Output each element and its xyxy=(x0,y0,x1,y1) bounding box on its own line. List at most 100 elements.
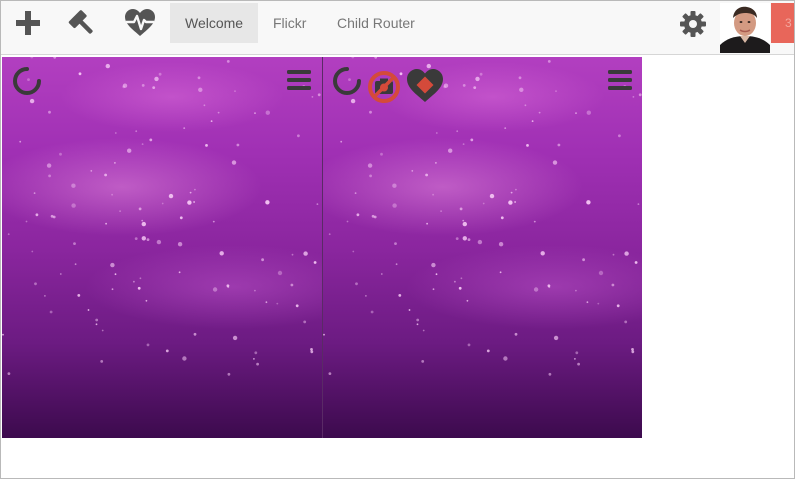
sparkle-dot xyxy=(486,349,490,353)
tab-child-router[interactable]: Child Router xyxy=(322,3,430,43)
sparkle-dot xyxy=(435,273,438,276)
sparkle-dot xyxy=(514,201,516,203)
sparkle-dot xyxy=(158,72,162,76)
sparkle-dot xyxy=(575,351,579,355)
sparkle-dot xyxy=(631,348,634,351)
sparkle-dot xyxy=(256,362,259,366)
sparkle-dot xyxy=(59,152,62,156)
sparkle-dot xyxy=(498,242,504,247)
no-camera-icon[interactable] xyxy=(367,70,401,104)
menu-icon[interactable] xyxy=(607,68,633,92)
sparkle-dot xyxy=(78,72,82,76)
sparkle-dot xyxy=(182,356,187,361)
sparkle-dot xyxy=(77,294,81,297)
sparkle-dot xyxy=(95,323,98,326)
sparkle-dot xyxy=(479,72,483,76)
sparkle-dot xyxy=(612,253,615,256)
sparkle-dot xyxy=(44,295,46,297)
sparkle-dot xyxy=(141,143,144,145)
sparkle-dot xyxy=(59,273,62,275)
sparkle-dot xyxy=(295,304,299,308)
sparkle-dot xyxy=(110,262,115,268)
sparkle-dot xyxy=(477,239,483,245)
sparkle-dot xyxy=(632,96,635,98)
sparkle-dot xyxy=(466,299,469,302)
sparkle-dot xyxy=(557,143,561,147)
sparkle-dot xyxy=(119,210,121,213)
sparkle-dot xyxy=(371,214,375,218)
sparkle-dot xyxy=(303,320,307,324)
sparkle-dot xyxy=(149,138,153,142)
notification-badge[interactable]: 3 xyxy=(771,3,794,43)
sparkle-dot xyxy=(369,174,372,178)
sparkle-dot xyxy=(432,193,434,196)
sparkle-dot xyxy=(310,348,313,351)
sparkle-dot xyxy=(178,271,181,274)
sparkle-dot xyxy=(254,351,258,355)
sparkle-dot xyxy=(462,236,467,241)
sparkle-dot xyxy=(408,309,411,311)
settings-button[interactable] xyxy=(667,2,719,46)
sparkle-dot xyxy=(340,140,343,143)
sparkle-dot xyxy=(369,110,372,114)
sparkle-dot xyxy=(365,295,367,297)
gavel-button[interactable] xyxy=(57,1,109,45)
sparkle-dot xyxy=(193,332,197,336)
sparkle-dot xyxy=(183,127,186,129)
gavel-icon xyxy=(68,10,93,34)
sparkle-dot xyxy=(165,349,169,353)
sparkle-dot xyxy=(205,144,208,147)
sparkle-dot xyxy=(398,294,402,297)
heartbeat-button[interactable] xyxy=(114,1,166,45)
sparkle-dot xyxy=(212,287,218,292)
sparkle-dot xyxy=(25,220,28,223)
sparkle-dot xyxy=(574,358,576,360)
avatar[interactable] xyxy=(720,3,770,53)
photo-tile[interactable] xyxy=(322,57,642,438)
sparkle-dot xyxy=(462,143,465,145)
sparkle-dot xyxy=(518,76,522,80)
sparkle-dot xyxy=(394,242,397,246)
gear-icon xyxy=(680,11,706,37)
sparkle-dot xyxy=(473,86,477,89)
sparkle-dot xyxy=(374,57,378,59)
menu-icon[interactable] xyxy=(286,68,312,92)
sparkle-dot xyxy=(470,138,474,142)
sparkle-dot xyxy=(435,162,437,164)
sparkle-dot xyxy=(226,284,230,288)
sparkle-dot xyxy=(277,270,283,276)
sparkle-dot xyxy=(624,251,629,256)
sparkle-dot xyxy=(95,318,99,322)
sparkle-dot xyxy=(71,203,76,208)
sparkle-dot xyxy=(31,250,34,253)
tab-welcome[interactable]: Welcome xyxy=(170,3,258,43)
photo-tile[interactable] xyxy=(2,57,322,438)
add-button[interactable] xyxy=(2,1,54,45)
sparkle-dot xyxy=(352,250,355,253)
sparkle-dot xyxy=(114,273,117,276)
sparkle-dot xyxy=(227,372,231,376)
sparkle-dot xyxy=(90,170,93,172)
sparkle-dot xyxy=(533,220,536,223)
sparkle-dot xyxy=(548,372,552,376)
sparkle-dot xyxy=(189,191,192,194)
sparkle-dot xyxy=(254,289,256,292)
tile-background xyxy=(2,57,321,376)
sparkle-dot xyxy=(411,170,414,172)
sparkle-dot xyxy=(100,360,104,363)
sparkle-dot xyxy=(111,193,113,196)
sparkle-dot xyxy=(624,320,628,324)
top-navbar: Welcome Flickr Child Router 3 xyxy=(1,1,794,55)
sparkle-dot xyxy=(73,242,76,246)
sparkle-dot xyxy=(355,282,358,286)
sparkle-dot xyxy=(432,288,435,291)
sparkle-dot xyxy=(637,203,640,206)
sparkle-dot xyxy=(198,87,203,92)
app-window: Welcome Flickr Child Router 3 xyxy=(0,0,795,479)
sparkle-dot xyxy=(187,200,192,205)
tab-flickr[interactable]: Flickr xyxy=(258,3,321,43)
heart-broken-icon[interactable] xyxy=(406,68,444,104)
sparkle-dot xyxy=(53,57,57,59)
sparkle-dot xyxy=(350,98,356,104)
sparkle-dot xyxy=(455,237,459,241)
